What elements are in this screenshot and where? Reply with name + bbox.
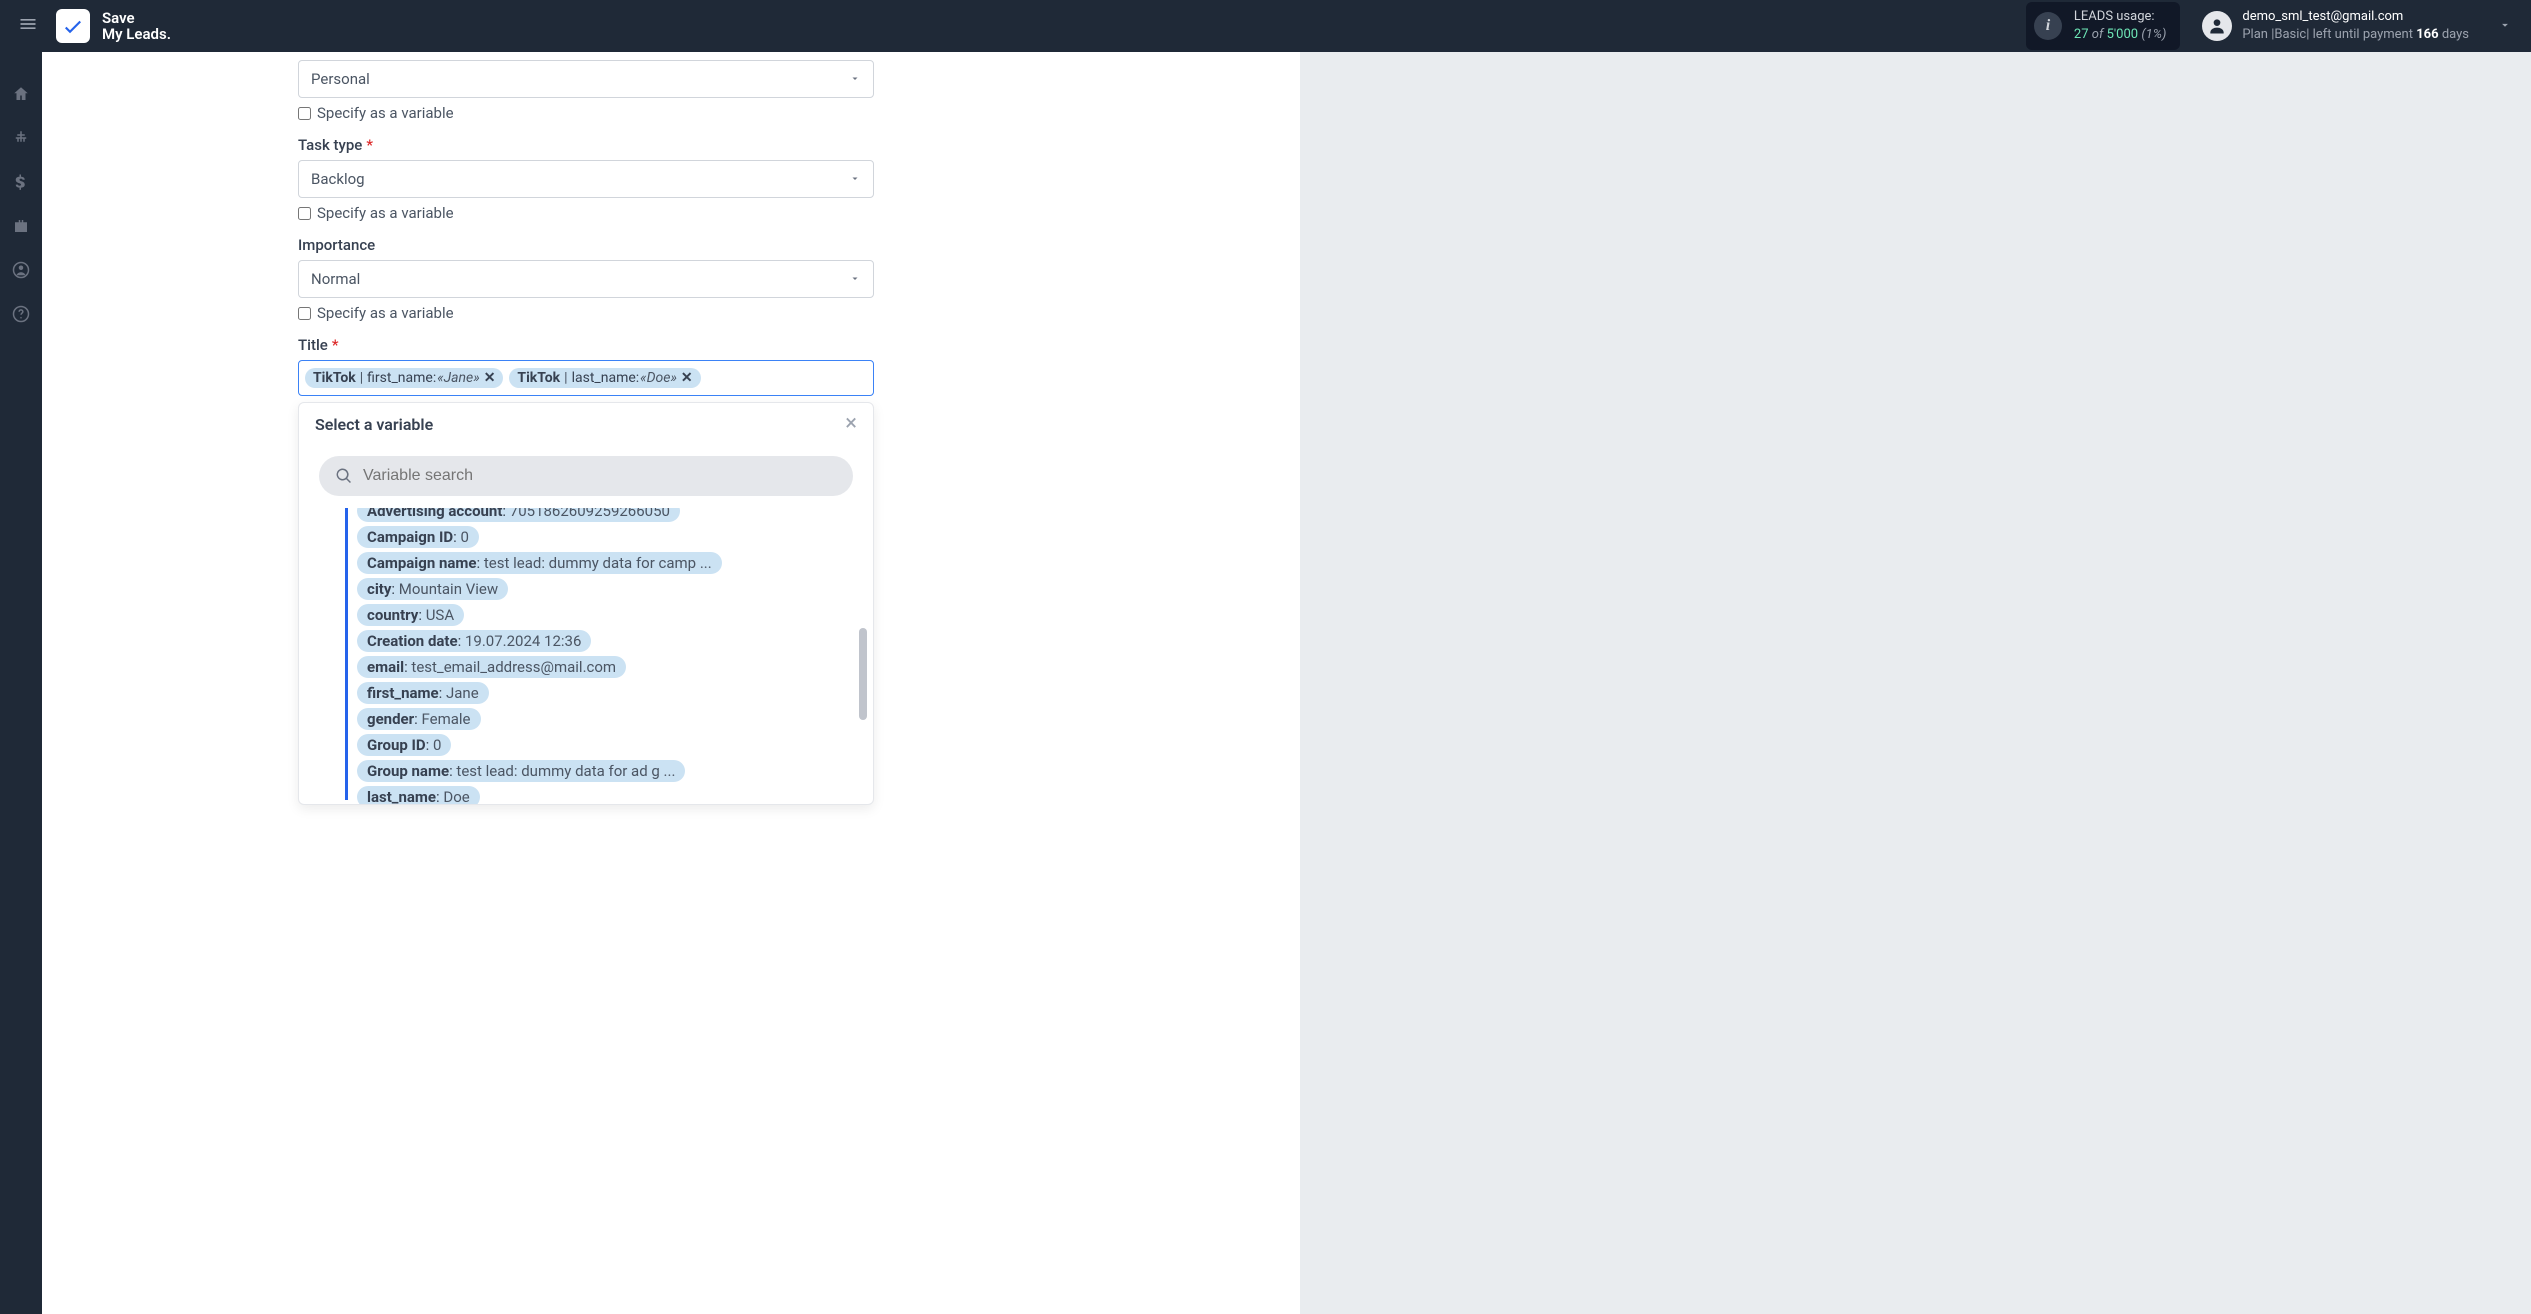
variable-option[interactable]: Group name: test lead: dummy data for ad… <box>357 760 685 782</box>
variable-option[interactable]: Creation date: 19.07.2024 12:36 <box>357 630 591 652</box>
field-importance: Importance Normal Specify as a variable <box>298 236 874 322</box>
brand-line1: Save <box>102 10 171 27</box>
briefcase-icon <box>12 217 30 235</box>
question-icon <box>12 305 30 323</box>
usage-total: 5'000 <box>2107 27 2139 42</box>
chevron-down-icon <box>849 173 861 185</box>
user-email: demo_sml_test@gmail.com <box>2242 8 2469 26</box>
usage-label: LEADS usage: <box>2074 8 2166 26</box>
task-type-value: Backlog <box>311 170 365 188</box>
personal-value: Personal <box>311 70 370 88</box>
required-marker: * <box>332 336 339 354</box>
chevron-down-icon <box>849 273 861 285</box>
variable-panel-close[interactable]: × <box>845 413 857 435</box>
variable-option[interactable]: email: test_email_address@mail.com <box>357 656 626 678</box>
variable-option[interactable]: gender: Female <box>357 708 481 730</box>
sidebar-item-connections[interactable] <box>9 126 33 150</box>
brand-name: Save My Leads. <box>102 10 171 43</box>
title-label: Title <box>298 336 328 354</box>
personal-specify-label: Specify as a variable <box>317 104 454 122</box>
variable-option[interactable]: Advertising account: 7051862609259266050 <box>357 508 680 522</box>
variable-dropdown: Select a variable × Advertising account:… <box>298 402 874 805</box>
variable-search-input[interactable] <box>363 467 837 485</box>
variable-option[interactable]: city: Mountain View <box>357 578 508 600</box>
menu-toggle-button[interactable] <box>12 8 44 44</box>
variable-option[interactable]: last_name: Doe <box>357 786 480 804</box>
usage-of: of <box>2092 27 2104 42</box>
chevron-down-icon <box>849 73 861 85</box>
usage-values: 27 of 5'000 (1%) <box>2074 26 2166 44</box>
variable-option[interactable]: Campaign ID: 0 <box>357 526 479 548</box>
personal-select[interactable]: Personal <box>298 60 874 98</box>
checkmark-icon <box>61 14 85 38</box>
importance-label: Importance <box>298 236 375 254</box>
sidebar-item-billing[interactable] <box>9 170 33 194</box>
variable-panel-title: Select a variable <box>315 415 433 434</box>
task-type-label: Task type <box>298 136 362 154</box>
personal-specify-checkbox[interactable] <box>298 107 311 120</box>
left-sidebar <box>0 52 42 1314</box>
home-icon <box>12 85 30 103</box>
user-icon <box>2207 16 2227 36</box>
field-personal: Personal Specify as a variable <box>298 60 874 122</box>
chevron-down-icon <box>2497 18 2513 32</box>
form-panel: Personal Specify as a variable Task type… <box>42 52 1300 1314</box>
form-column: Personal Specify as a variable Task type… <box>298 52 874 805</box>
title-tag: TikTok|last_name: «Doe» ✕ <box>509 368 700 388</box>
dollar-icon <box>12 173 30 191</box>
user-circle-icon <box>12 261 30 279</box>
usage-panel[interactable]: i LEADS usage: 27 of 5'000 (1%) <box>2026 2 2180 49</box>
tag-remove[interactable]: ✕ <box>484 370 496 386</box>
importance-specify-checkbox[interactable] <box>298 307 311 320</box>
tag-remove[interactable]: ✕ <box>681 370 693 386</box>
user-menu[interactable]: demo_sml_test@gmail.com Plan |Basic| lef… <box>2202 8 2469 43</box>
variable-option[interactable]: Campaign name: test lead: dummy data for… <box>357 552 722 574</box>
sidebar-item-home[interactable] <box>9 82 33 106</box>
variable-option[interactable]: Group ID: 0 <box>357 734 451 756</box>
variable-option[interactable]: first_name: Jane <box>357 682 489 704</box>
task-type-select[interactable]: Backlog <box>298 160 874 198</box>
brand-logo[interactable] <box>56 9 90 43</box>
importance-value: Normal <box>311 270 360 288</box>
brand-line2: My Leads. <box>102 26 171 43</box>
importance-specify-label: Specify as a variable <box>317 304 454 322</box>
sidebar-item-help[interactable] <box>9 302 33 326</box>
usage-pct: (1%) <box>2141 27 2166 42</box>
variable-option[interactable]: country: USA <box>357 604 464 626</box>
info-icon: i <box>2034 12 2062 40</box>
sitemap-icon <box>12 129 30 147</box>
field-title: Title* TikTok|first_name: «Jane» ✕TikTok… <box>298 336 874 805</box>
task-type-specify-label: Specify as a variable <box>317 204 454 222</box>
hamburger-icon <box>18 14 38 34</box>
scrollbar-thumb[interactable] <box>859 628 867 720</box>
importance-select[interactable]: Normal <box>298 260 874 298</box>
search-icon <box>335 467 353 485</box>
main-area: Personal Specify as a variable Task type… <box>42 52 2531 1314</box>
avatar-icon <box>2202 11 2232 41</box>
sidebar-item-account[interactable] <box>9 258 33 282</box>
required-marker: * <box>366 136 373 154</box>
user-plan: Plan |Basic| left until payment 166 days <box>2242 26 2469 44</box>
variable-list: Advertising account: 7051862609259266050… <box>357 508 849 804</box>
variable-list-container: Advertising account: 7051862609259266050… <box>299 508 873 804</box>
usage-used: 27 <box>2074 27 2089 42</box>
user-info: demo_sml_test@gmail.com Plan |Basic| lef… <box>2242 8 2469 43</box>
title-input[interactable]: TikTok|first_name: «Jane» ✕ TikTok|last_n… <box>298 360 874 396</box>
sidebar-item-briefcase[interactable] <box>9 214 33 238</box>
task-type-specify-checkbox[interactable] <box>298 207 311 220</box>
variable-search-box <box>319 456 853 496</box>
title-tag: TikTok|first_name: «Jane» ✕ <box>305 368 503 388</box>
accent-bar <box>345 508 348 800</box>
field-task-type: Task type* Backlog Specify as a variable <box>298 136 874 222</box>
user-menu-toggle[interactable] <box>2491 11 2519 42</box>
usage-text: LEADS usage: 27 of 5'000 (1%) <box>2074 8 2166 43</box>
top-header: Save My Leads. i LEADS usage: 27 of 5'00… <box>0 0 2531 52</box>
